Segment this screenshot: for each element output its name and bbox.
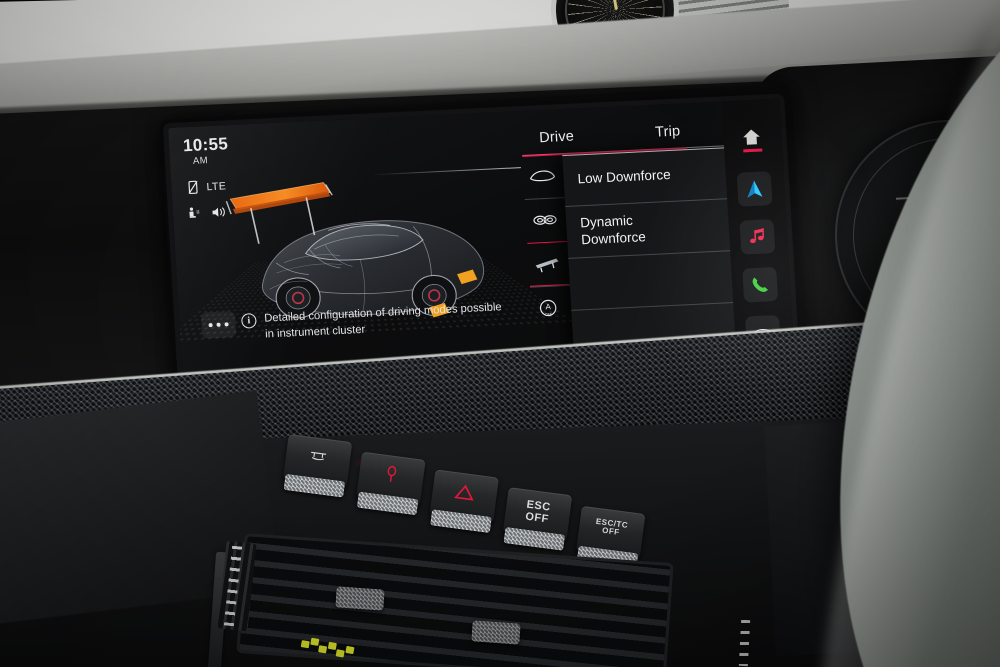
car-silhouette-icon bbox=[527, 165, 558, 186]
button-knurled-face bbox=[283, 473, 346, 498]
button-knurled-face bbox=[430, 509, 492, 533]
more-dot bbox=[224, 322, 229, 327]
vent-adjust-knob-left[interactable] bbox=[335, 586, 385, 611]
button-knurled-face bbox=[503, 527, 566, 551]
phone-no-sim-icon bbox=[185, 180, 201, 196]
key-icon bbox=[358, 462, 424, 492]
tab-trip[interactable]: Trip bbox=[655, 123, 681, 140]
info-icon: i bbox=[240, 312, 257, 329]
tab-drive[interactable]: Drive bbox=[539, 129, 575, 147]
auto-start-stop-icon: A OFF bbox=[535, 297, 566, 318]
sports-exhaust-icon bbox=[529, 209, 560, 230]
passenger-seat-icon bbox=[187, 205, 203, 221]
svg-text:A: A bbox=[545, 302, 552, 311]
rear-wing-icon bbox=[532, 253, 563, 274]
hazard-lights-button[interactable] bbox=[429, 469, 499, 533]
more-options-button[interactable] bbox=[200, 310, 237, 339]
vent-adjust-knob-right[interactable] bbox=[471, 620, 521, 645]
hazard-triangle-icon bbox=[432, 479, 498, 508]
svg-text:OFF: OFF bbox=[545, 312, 553, 316]
popup-option-label: Dynamic Downforce bbox=[579, 212, 647, 247]
more-dot bbox=[216, 322, 221, 327]
popup-option-label: Low Downforce bbox=[577, 167, 672, 187]
spoiler-icon bbox=[285, 444, 351, 470]
traction-control-button[interactable] bbox=[282, 433, 353, 498]
esc-tc-off-label: ESC/TC OFF bbox=[595, 516, 629, 538]
esc-tc-off-button[interactable]: ESC/TC OFF bbox=[576, 505, 646, 570]
esc-off-label: ESC OFF bbox=[524, 498, 552, 526]
navigation-arrow-icon[interactable] bbox=[736, 171, 773, 207]
music-note-icon[interactable] bbox=[739, 219, 776, 255]
esc-off-button[interactable]: ESC OFF bbox=[502, 487, 573, 551]
phone-icon[interactable] bbox=[742, 266, 779, 303]
car-interior-scene: 10:55 17 10:55 AM LTE bbox=[0, 0, 1000, 667]
more-dot bbox=[208, 323, 213, 328]
button-knurled-face bbox=[356, 491, 419, 516]
status-clock-time: 10:55 bbox=[182, 134, 229, 156]
lock-button[interactable] bbox=[356, 451, 426, 516]
